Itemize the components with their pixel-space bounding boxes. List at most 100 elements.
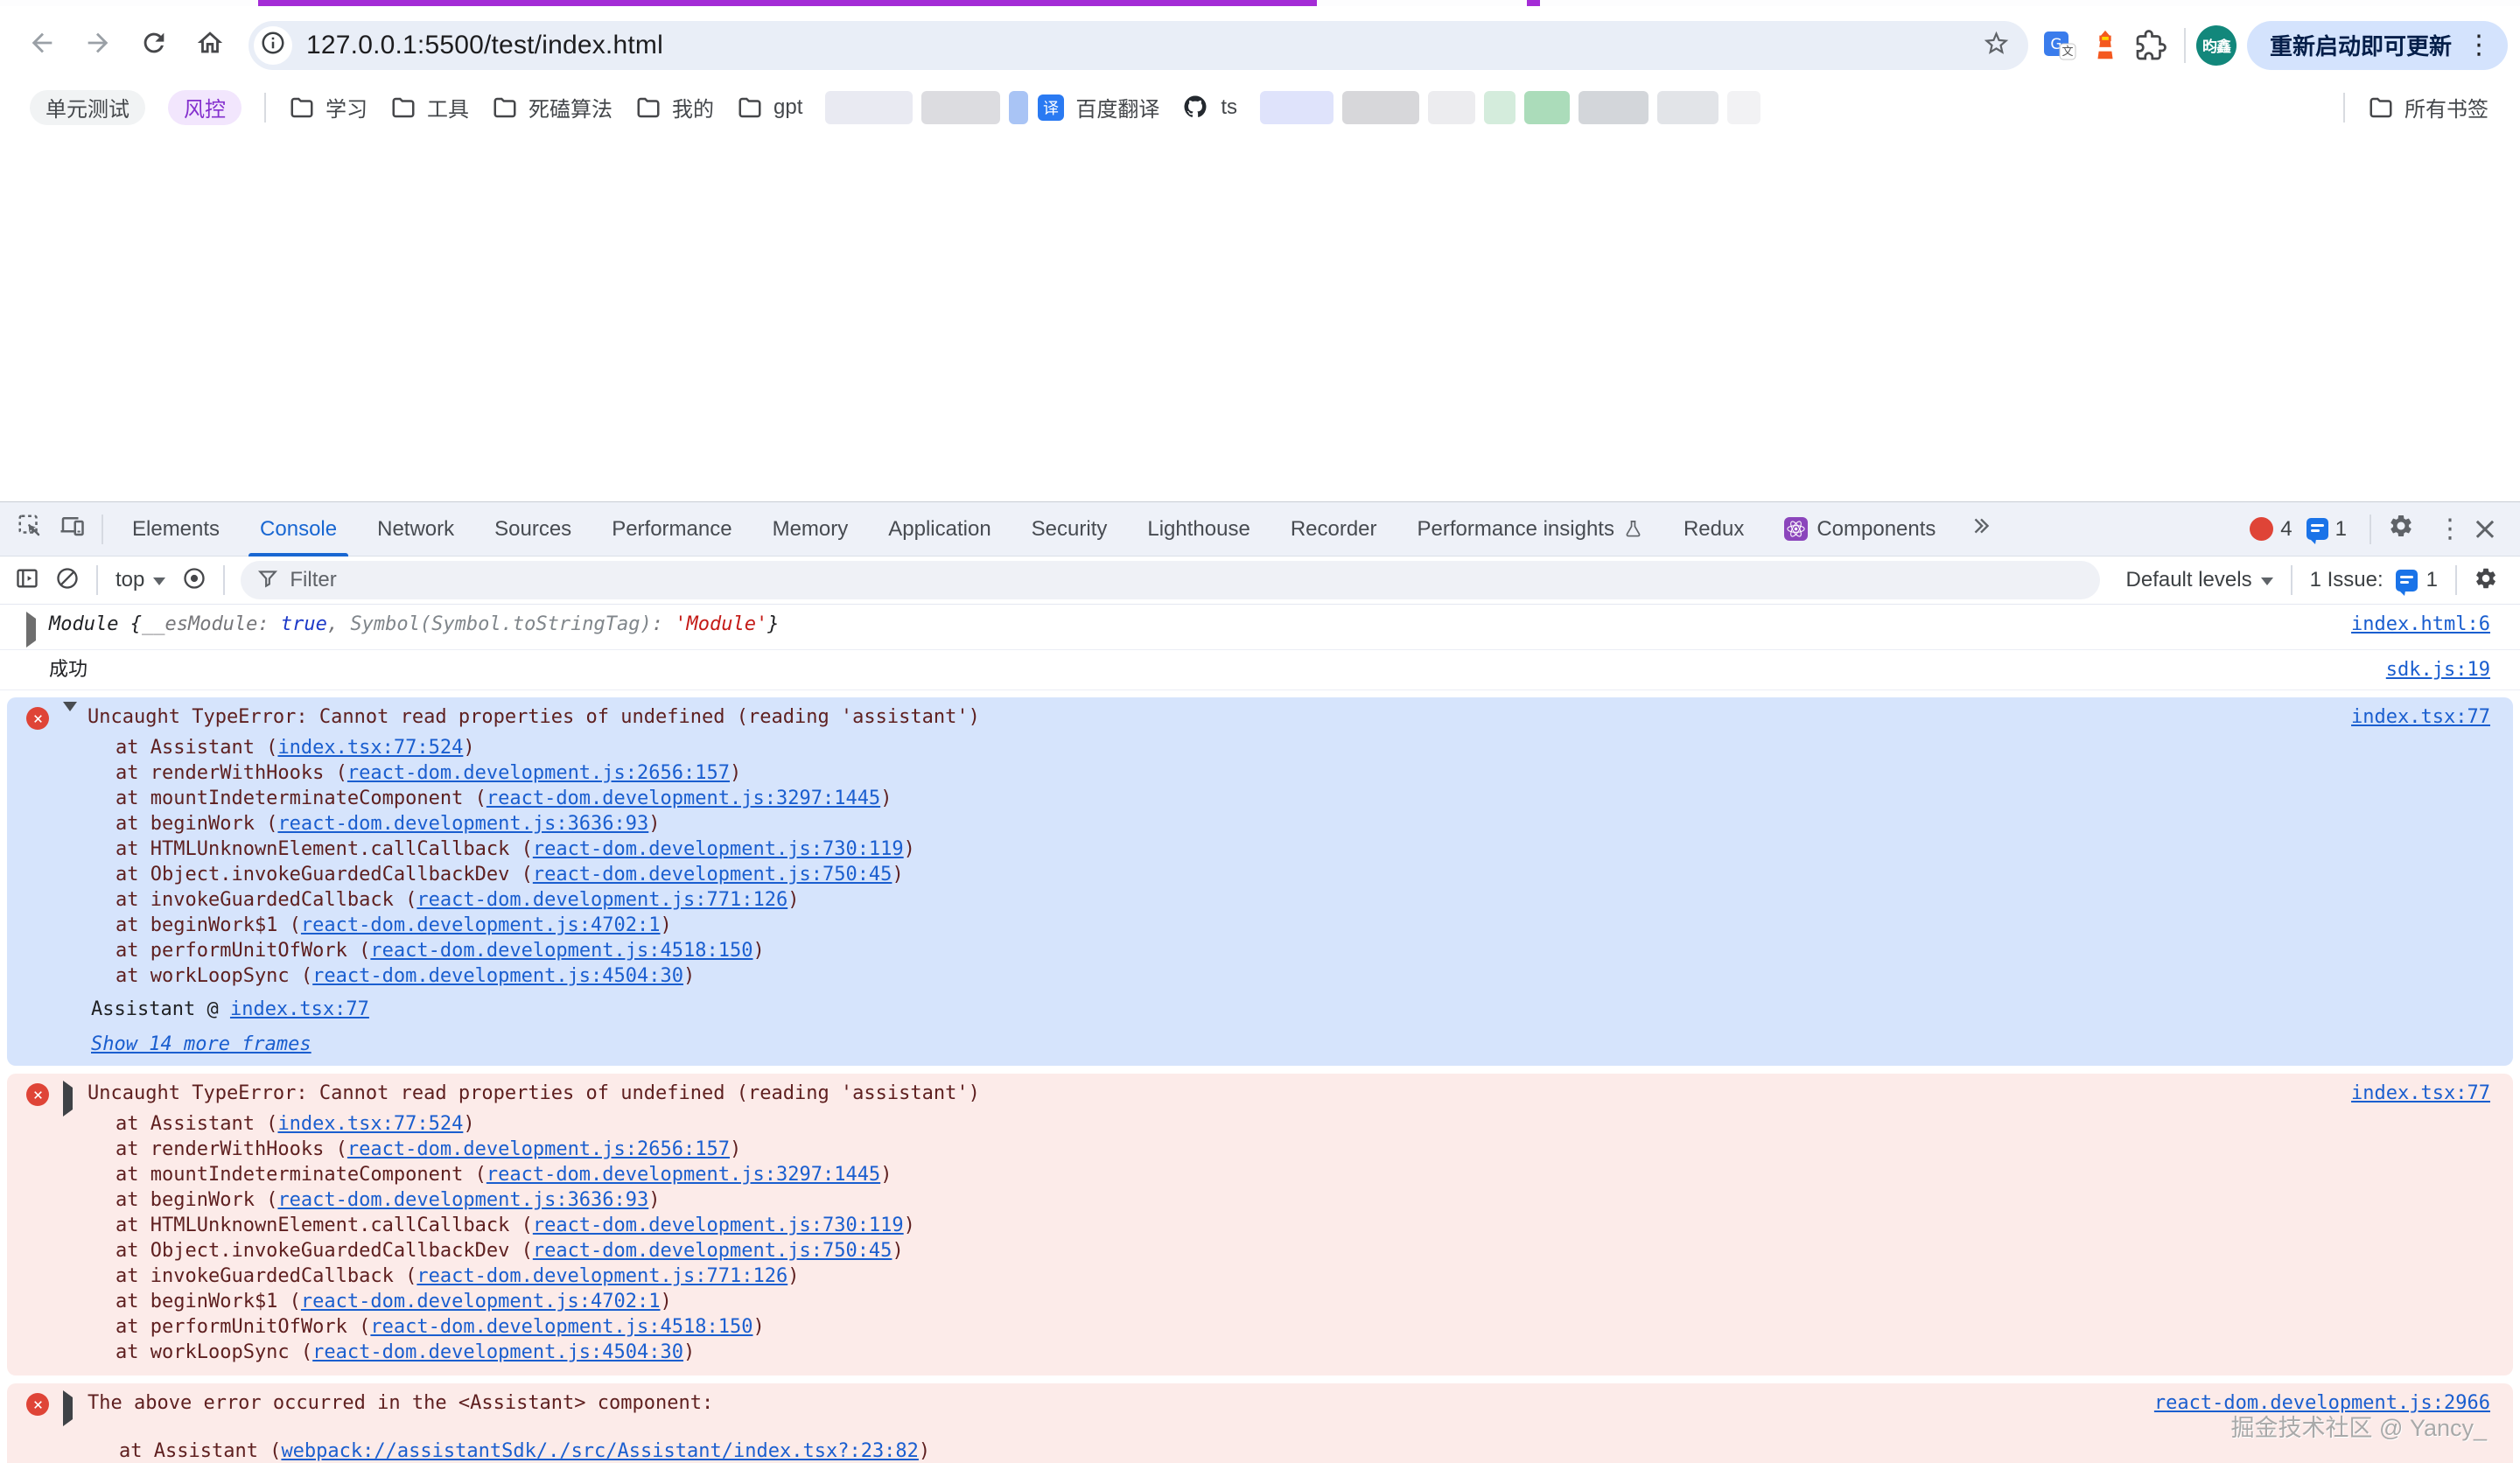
source-link[interactable]: react-dom.development.js:3636:93 (277, 813, 648, 835)
expand-triangle-icon[interactable] (63, 1081, 88, 1111)
devtools-close-button[interactable]: × (2464, 508, 2506, 550)
device-toolbar-button[interactable] (51, 508, 93, 550)
issues-badge-icon[interactable] (2306, 518, 2328, 540)
bookmark-item[interactable]: 译百度翻译 (1037, 92, 1159, 122)
source-link[interactable]: react-dom.development.js:4504:30 (312, 965, 683, 987)
tab-network[interactable]: Network (357, 502, 474, 556)
context-selector[interactable]: top (116, 568, 165, 592)
bookmark-item[interactable]: 工具 (390, 92, 469, 122)
bookmark-item[interactable]: gpt (737, 94, 802, 121)
clear-console-button[interactable] (47, 560, 88, 600)
devtools-settings-button[interactable] (2380, 508, 2422, 550)
relaunch-update-button[interactable]: 重新启动即可更新 ⋮ (2247, 21, 2508, 70)
source-link[interactable]: index.tsx:77 (230, 998, 369, 1020)
expand-triangle-icon[interactable] (63, 1390, 88, 1421)
redacted-bookmark[interactable] (1524, 91, 1570, 124)
log-levels-selector[interactable]: Default levels (2126, 568, 2273, 592)
source-link[interactable]: react-dom.development.js:3297:1445 (486, 788, 880, 809)
source-link[interactable]: react-dom.development.js:2656:157 (347, 762, 730, 784)
devtools-menu-button[interactable]: ⋮ (2422, 508, 2464, 550)
issues-counter[interactable]: 1 Issue: 1 (2310, 568, 2438, 592)
source-link[interactable]: Show 14 more frames (91, 1033, 312, 1055)
console-filter[interactable] (241, 561, 2099, 599)
reload-button[interactable] (130, 21, 178, 70)
tab-console[interactable]: Console (240, 502, 357, 556)
source-link[interactable]: index.tsx:77:524 (277, 737, 463, 759)
expand-triangle-icon[interactable] (26, 612, 49, 642)
expand-triangle-icon[interactable] (63, 704, 88, 735)
console-sidebar-toggle-button[interactable] (7, 560, 47, 600)
tab-recorder[interactable]: Recorder (1270, 502, 1397, 556)
more-tabs-button[interactable] (1956, 514, 2006, 543)
console-settings-button[interactable] (2466, 560, 2506, 600)
site-info-button[interactable] (254, 26, 292, 65)
source-link[interactable]: react-dom.development.js:3636:93 (277, 1189, 648, 1211)
source-link[interactable]: react-dom.development.js:750:45 (533, 1240, 892, 1262)
source-link[interactable]: react-dom.development.js:4518:150 (370, 940, 752, 962)
redacted-bookmark[interactable] (1342, 91, 1419, 124)
url-bar[interactable]: 127.0.0.1:5500/test/index.html (248, 21, 2028, 70)
source-link[interactable]: sdk.js:19 (2386, 659, 2490, 681)
url-text[interactable]: 127.0.0.1:5500/test/index.html (306, 31, 663, 60)
bookmark-item[interactable]: 风控 (168, 90, 242, 125)
source-link[interactable]: react-dom.development.js:771:126 (416, 889, 788, 911)
source-link[interactable]: webpack://assistantSdk/./src/Assistant/i… (281, 1440, 918, 1462)
redacted-bookmark[interactable] (1657, 91, 1718, 124)
bookmark-item[interactable]: ts (1182, 94, 1237, 122)
source-link[interactable]: react-dom.development.js:730:119 (533, 1214, 904, 1236)
home-button[interactable] (186, 21, 234, 70)
source-link[interactable]: index.tsx:77:524 (277, 1113, 463, 1135)
redacted-bookmark[interactable] (1428, 91, 1475, 124)
source-link[interactable]: react-dom.development.js:4702:1 (301, 914, 661, 936)
source-link[interactable]: react-dom.development.js:4702:1 (301, 1291, 661, 1312)
redacted-bookmark[interactable] (1484, 91, 1516, 124)
lighthouse-extension-icon[interactable] (2082, 23, 2128, 68)
tab-memory[interactable]: Memory (752, 502, 869, 556)
console-error-message[interactable]: Uncaught TypeError: Cannot read properti… (7, 697, 2513, 1066)
live-expression-button[interactable] (174, 560, 214, 600)
tab-security[interactable]: Security (1012, 502, 1128, 556)
source-link[interactable]: index.html:6 (2351, 613, 2490, 635)
source-link[interactable]: react-dom.development.js:3297:1445 (486, 1164, 880, 1186)
source-link[interactable]: react-dom.development.js:750:45 (533, 864, 892, 886)
bookmark-item[interactable]: 我的 (635, 92, 714, 122)
tab-performance-insights[interactable]: Performance insights (1397, 502, 1663, 556)
redacted-bookmark[interactable] (1727, 91, 1760, 124)
bookmark-item[interactable]: 单元测试 (30, 90, 145, 125)
filter-input[interactable] (290, 568, 2083, 592)
redacted-bookmark[interactable] (921, 91, 1000, 124)
source-link[interactable]: react-dom.development.js:771:126 (416, 1265, 788, 1287)
bookmark-star-icon[interactable] (1982, 29, 2011, 62)
tab-components[interactable]: Components (1764, 502, 1956, 556)
tab-performance[interactable]: Performance (592, 502, 752, 556)
redacted-bookmark[interactable] (1260, 91, 1334, 124)
tab-lighthouse[interactable]: Lighthouse (1127, 502, 1270, 556)
inspect-element-button[interactable] (9, 508, 51, 550)
console-error-message[interactable]: The above error occurred in the <Assista… (7, 1383, 2513, 1463)
redacted-bookmark[interactable] (1009, 91, 1028, 124)
redacted-bookmark[interactable] (825, 91, 913, 124)
translate-extension-icon[interactable]: G 文 (2037, 23, 2082, 68)
bookmark-item[interactable]: 死磕算法 (492, 92, 612, 122)
source-link[interactable]: react-dom.development.js:4504:30 (312, 1341, 683, 1363)
tab-sources[interactable]: Sources (474, 502, 592, 556)
tab-redux[interactable]: Redux (1663, 502, 1764, 556)
source-link[interactable]: index.tsx:77 (2351, 1082, 2490, 1104)
back-button[interactable] (18, 21, 66, 70)
extensions-puzzle-icon[interactable] (2128, 23, 2174, 68)
source-link[interactable]: react-dom.development.js:730:119 (533, 838, 904, 860)
browser-menu-icon[interactable]: ⋮ (2466, 32, 2492, 59)
source-link[interactable]: react-dom.development.js:2656:157 (347, 1138, 730, 1160)
source-link[interactable]: react-dom.development.js:4518:150 (370, 1316, 752, 1338)
forward-button[interactable] (74, 21, 122, 70)
profile-avatar[interactable]: 昀鑫 (2196, 25, 2236, 66)
tab-application[interactable]: Application (868, 502, 1011, 556)
tab-elements[interactable]: Elements (112, 502, 240, 556)
bookmark-item[interactable]: 学习 (289, 92, 368, 122)
context-selector-label: top (116, 568, 144, 592)
console-error-badge-icon[interactable] (2250, 517, 2273, 541)
all-bookmarks-folder[interactable]: 所有书签 (2343, 92, 2488, 122)
source-link[interactable]: index.tsx:77 (2351, 706, 2490, 728)
redacted-bookmark[interactable] (1578, 91, 1648, 124)
console-error-message[interactable]: Uncaught TypeError: Cannot read properti… (7, 1074, 2513, 1376)
